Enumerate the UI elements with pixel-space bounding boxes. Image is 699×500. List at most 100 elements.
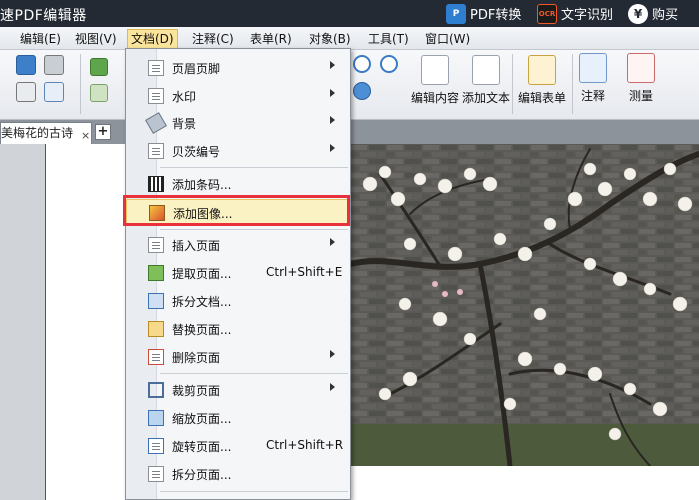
menu-item-replace-page[interactable]: 替换页面...	[126, 316, 350, 342]
submenu-arrow-icon	[330, 89, 335, 97]
plum-blossom-image	[350, 144, 699, 466]
rotate-page-icon	[148, 438, 164, 454]
menu-item-delete-page[interactable]: 删除页面	[126, 344, 350, 370]
split-page-icon	[148, 466, 164, 482]
scale-page-label: 缩放页面...	[172, 412, 232, 426]
edit-content-button[interactable]: 编辑内容	[411, 55, 459, 106]
menu-edit[interactable]: 编辑(E)	[17, 30, 64, 48]
menu-form[interactable]: 表单(R)	[247, 30, 295, 48]
print-icon[interactable]	[16, 82, 36, 102]
toolbar-separator	[512, 54, 513, 114]
zoom-add-icon[interactable]	[353, 82, 371, 100]
submenu-arrow-icon	[330, 61, 335, 69]
header-footer-icon	[148, 60, 164, 76]
watermark-label: 水印	[172, 90, 197, 104]
header-footer-label: 页眉页脚	[172, 62, 221, 76]
submenu-arrow-icon	[330, 383, 335, 391]
replace-page-icon	[148, 321, 164, 337]
add-text-label: 添加文本	[462, 91, 511, 105]
rotate-page-shortcut: Ctrl+Shift+R	[266, 438, 344, 452]
comment-button[interactable]: 注释	[579, 53, 607, 104]
menu-tools[interactable]: 工具(T)	[365, 30, 412, 48]
yen-icon: ¥	[628, 3, 648, 24]
insert-page-label: 插入页面	[172, 239, 221, 253]
add-text-button[interactable]: 添加文本	[462, 55, 510, 106]
menu-item-extract-page[interactable]: 提取页面... Ctrl+Shift+E	[126, 260, 350, 286]
menu-item-scale-page[interactable]: 缩放页面...	[126, 405, 350, 431]
side-panel	[0, 144, 45, 500]
toolbar-separator	[572, 54, 573, 114]
add-text-icon	[472, 55, 500, 85]
background-label: 背景	[172, 117, 197, 131]
save-icon[interactable]	[16, 55, 36, 75]
menu-item-background[interactable]: 背景	[126, 110, 350, 136]
edit-content-icon	[421, 55, 449, 85]
menu-item-split-document[interactable]: 拆分文档...	[126, 288, 350, 314]
add-tab-button[interactable]: +	[95, 124, 111, 140]
edit-content-label: 编辑内容	[411, 91, 460, 105]
scanner-icon[interactable]	[44, 55, 64, 75]
crop-page-label: 裁剪页面	[172, 384, 221, 398]
menu-item-header-footer[interactable]: 页眉页脚	[126, 55, 350, 81]
ocr-label: 文字识别	[561, 8, 614, 23]
document-menu-dropdown: 页眉页脚 水印 背景 贝茨编号 添加条码... 添加图像... 插入页面 提取页…	[125, 48, 351, 500]
scale-page-icon	[148, 410, 164, 426]
email-icon[interactable]	[44, 82, 64, 102]
submenu-arrow-icon	[330, 144, 335, 152]
delete-page-icon	[148, 349, 164, 365]
submenu-arrow-icon	[330, 116, 335, 124]
edit-form-icon	[528, 55, 556, 85]
highlight-frame	[123, 195, 350, 226]
extract-page-label: 提取页面...	[172, 267, 232, 281]
delete-page-label: 删除页面	[172, 351, 221, 365]
menu-item-crop-page[interactable]: 裁剪页面	[126, 377, 350, 403]
edit-form-button[interactable]: 编辑表单	[518, 55, 566, 106]
qr-code-icon	[148, 176, 164, 192]
menu-item-add-barcode[interactable]: 添加条码...	[126, 171, 350, 197]
rotate-page-label: 旋转页面...	[172, 440, 232, 454]
menu-item-bates-numbering[interactable]: 贝茨编号	[126, 138, 350, 164]
menu-separator	[160, 167, 348, 168]
zoom-out-icon[interactable]	[380, 55, 398, 73]
insert-page-icon	[148, 237, 164, 253]
measure-icon	[627, 53, 655, 83]
buy-button[interactable]: ¥ 购买	[628, 0, 678, 27]
measure-button[interactable]: 测量	[627, 53, 655, 104]
document-tab[interactable]: 美梅花的古诗 ×	[0, 122, 92, 144]
paint-bucket-icon	[145, 112, 167, 134]
menu-separator	[160, 229, 348, 230]
split-page-label: 拆分页面...	[172, 468, 232, 482]
menu-view[interactable]: 视图(V)	[72, 30, 120, 48]
submenu-arrow-icon	[330, 350, 335, 358]
menu-item-rotate-page[interactable]: 旋转页面... Ctrl+Shift+R	[126, 433, 350, 459]
forward-icon[interactable]	[90, 84, 108, 102]
title-bar: 速PDF编辑器 P PDF转换 OCR 文字识别 ¥ 购买	[0, 0, 699, 27]
watermark-icon	[148, 88, 164, 104]
bates-numbering-label: 贝茨编号	[172, 145, 221, 159]
pdf-convert-icon: P	[446, 3, 466, 24]
split-document-icon	[148, 293, 164, 309]
ocr-button[interactable]: OCR 文字识别	[537, 0, 613, 27]
menu-comment[interactable]: 注释(C)	[189, 30, 237, 48]
tab-close-icon[interactable]: ×	[81, 126, 90, 144]
menu-document[interactable]: 文档(D)	[127, 29, 178, 49]
document-tab-label: 美梅花的古诗	[1, 126, 74, 140]
pdf-convert-button[interactable]: P PDF转换	[446, 0, 521, 27]
plum-blossom-photo[interactable]	[350, 144, 699, 466]
replace-page-label: 替换页面...	[172, 323, 232, 337]
menu-object[interactable]: 对象(B)	[306, 30, 354, 48]
menu-item-insert-page[interactable]: 插入页面	[126, 232, 350, 258]
menu-item-watermark[interactable]: 水印	[126, 83, 350, 109]
menu-bar: 编辑(E) 视图(V) 文档(D) 注释(C) 表单(R) 对象(B) 工具(T…	[0, 27, 699, 50]
comment-icon	[579, 53, 607, 83]
buy-label: 购买	[652, 8, 679, 23]
add-barcode-label: 添加条码...	[172, 178, 232, 192]
menu-window[interactable]: 窗口(W)	[422, 30, 473, 48]
menu-item-split-page[interactable]: 拆分页面...	[126, 461, 350, 487]
measure-label: 测量	[628, 89, 653, 103]
pdf-convert-label: PDF转换	[470, 8, 522, 23]
extract-page-shortcut: Ctrl+Shift+E	[266, 265, 343, 279]
zoom-in-icon[interactable]	[353, 55, 371, 73]
bates-numbering-icon	[148, 143, 164, 159]
back-icon[interactable]	[90, 58, 108, 76]
